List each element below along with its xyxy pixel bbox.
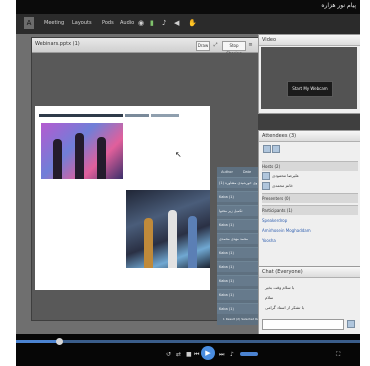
fullscreen-player-icon[interactable]: ⛶ <box>336 351 340 359</box>
video-pod-title: Video <box>262 37 277 43</box>
slide-image-characters <box>126 190 210 268</box>
main-toolbar: A Meeting Layouts Pods Audio ◉ ▮ ♪ ◀ ✋ <box>16 14 360 35</box>
chat-pod: Chat (Everyone) با سلام وقت بخیر سلام با… <box>258 266 360 336</box>
attendee-name: علیرضا محمودی <box>272 173 300 178</box>
table-cell: Kaba (1) <box>219 279 234 283</box>
video-area: Start My Webcam <box>261 47 357 109</box>
share-pod: Webinars.pptx (1) Draw ⤢ Stop Sharing ≡ <box>31 37 277 325</box>
video-player-bar: ↺ ⇄ ■ ⏮ ▶ ⏭ ♪ ⛶ <box>16 334 360 366</box>
section-label: Participants (1) <box>262 208 293 213</box>
table-cell: نبوی خورشیدی مشاوره (1) <box>219 181 257 185</box>
slide-accent-bar <box>125 114 149 117</box>
progress-track[interactable] <box>16 340 360 343</box>
status-view-icon[interactable] <box>272 145 280 153</box>
section-label: Presenters (0) <box>262 196 291 201</box>
attendee-section-participants[interactable]: Participants (1) <box>262 205 358 215</box>
chat-message: با سلام وقت بخیر <box>265 285 295 290</box>
attendee-item[interactable]: Amirhosein Moghaddam <box>262 226 358 235</box>
table-cell: تکمیل زیر محتوا <box>219 209 243 213</box>
webcam-icon[interactable]: ▮ <box>150 18 154 28</box>
figure-shape <box>75 133 84 179</box>
brand-text: پیام نور هزاره <box>321 2 356 9</box>
figure-shape <box>97 137 106 179</box>
app-window: پیام نور هزاره A Meeting Layouts Pods Au… <box>16 0 360 366</box>
attendees-pod: Attendees (3) Hosts (2) علیرضا محمودی خا… <box>258 130 360 270</box>
attendee-item[interactable]: خانم محمدی <box>262 181 358 190</box>
chat-input[interactable] <box>262 319 344 330</box>
menu-pods[interactable]: Pods <box>102 19 114 27</box>
table-cell: Kaba (1) <box>219 293 234 297</box>
share-content: ↖ Author Date Result نبوی خورشیدی مشاوره… <box>32 53 277 325</box>
attendee-section-presenters[interactable]: Presenters (0) <box>262 193 358 203</box>
chat-pod-header: Chat (Everyone) <box>259 267 360 278</box>
stage-area: Webinars.pptx (1) Draw ⤢ Stop Sharing ≡ <box>16 34 277 334</box>
menu-meeting[interactable]: Meeting <box>44 19 64 27</box>
volume-icon[interactable]: ♪ <box>230 351 234 359</box>
slide-accent-bar <box>151 114 179 117</box>
draw-button[interactable]: Draw <box>196 41 210 51</box>
attendee-name: Amirhosein Moghaddam <box>262 228 311 233</box>
shuffle-icon[interactable]: ⇄ <box>176 351 181 359</box>
pod-options-icon[interactable]: ≡ <box>247 41 254 49</box>
video-pod: Video Start My Webcam <box>258 34 360 114</box>
app-logo: A <box>24 17 34 29</box>
chat-message: سلام <box>265 295 274 300</box>
attendee-section-hosts[interactable]: Hosts (2) <box>262 161 358 171</box>
menu-audio[interactable]: Audio <box>120 19 134 27</box>
share-pod-header: Webinars.pptx (1) Draw ⤢ Stop Sharing ≡ <box>32 38 260 56</box>
speaker-icon[interactable]: ◀ <box>174 18 179 28</box>
right-sidebar: Video Start My Webcam Attendees (3) Host… <box>258 34 360 336</box>
slide-image-figures <box>41 123 123 179</box>
mouse-cursor-icon: ↖ <box>175 150 182 159</box>
next-icon[interactable]: ⏭ <box>219 351 224 359</box>
progress-knob[interactable] <box>56 338 63 345</box>
user-icon <box>262 182 270 190</box>
attendee-item[interactable]: Yoosha <box>262 236 358 245</box>
microphone-icon[interactable]: ♪ <box>162 18 166 28</box>
table-cell: محمد مهدی محمدی <box>219 237 249 241</box>
fullscreen-icon[interactable]: ⤢ <box>212 41 219 49</box>
attendee-item[interactable]: Speakerdrop <box>262 216 358 225</box>
figure-shape <box>168 210 177 268</box>
slide-accent-bar <box>39 114 123 117</box>
presentation-slide: ↖ Author Date Result نبوی خورشیدی مشاوره… <box>35 106 277 325</box>
user-icon <box>262 172 270 180</box>
figure-shape <box>188 216 197 268</box>
title-bar: پیام نور هزاره <box>16 0 360 14</box>
table-cell: Kaba (1) <box>219 265 234 269</box>
figure-shape <box>53 139 62 179</box>
previous-icon[interactable]: ⏮ <box>194 351 199 359</box>
attendee-name: خانم محمدی <box>272 183 294 188</box>
status-icon[interactable]: ✋ <box>188 18 197 28</box>
play-button[interactable]: ▶ <box>201 346 215 360</box>
list-view-icon[interactable] <box>263 145 271 153</box>
send-icon[interactable] <box>347 320 355 328</box>
presenter-icon[interactable]: ◉ <box>138 18 144 28</box>
attendees-pod-header: Attendees (3) <box>259 131 360 142</box>
attendee-name: Speakerdrop <box>262 218 288 223</box>
start-webcam-button[interactable]: Start My Webcam <box>287 81 333 97</box>
repeat-icon[interactable]: ↺ <box>166 351 171 359</box>
table-cell: Kaba (1) <box>219 195 234 199</box>
table-cell: Kaba (1) <box>219 307 234 311</box>
attendee-name: Yoosha <box>262 238 276 243</box>
figure-shape <box>144 218 153 268</box>
attendee-item[interactable]: علیرضا محمودی <box>262 171 358 180</box>
stop-icon[interactable]: ■ <box>186 351 192 359</box>
section-label: Hosts (2) <box>262 164 281 169</box>
table-header: Date <box>242 170 252 174</box>
progress-fill <box>16 340 60 343</box>
stop-sharing-button[interactable]: Stop Sharing <box>222 41 246 56</box>
chat-pod-title: Chat (Everyone) <box>262 269 303 275</box>
volume-slider[interactable] <box>240 352 258 356</box>
table-cell: Kaba (1) <box>219 251 234 255</box>
share-pod-title: Webinars.pptx (1) <box>35 41 80 47</box>
table-header: Author <box>221 170 233 174</box>
attendees-pod-title: Attendees (3) <box>262 133 297 139</box>
table-cell: Kaba (1) <box>219 223 234 227</box>
chat-message: با تشکر از استاد گرامی <box>265 305 304 310</box>
menu-layouts[interactable]: Layouts <box>72 19 92 27</box>
video-pod-header: Video <box>259 35 360 46</box>
